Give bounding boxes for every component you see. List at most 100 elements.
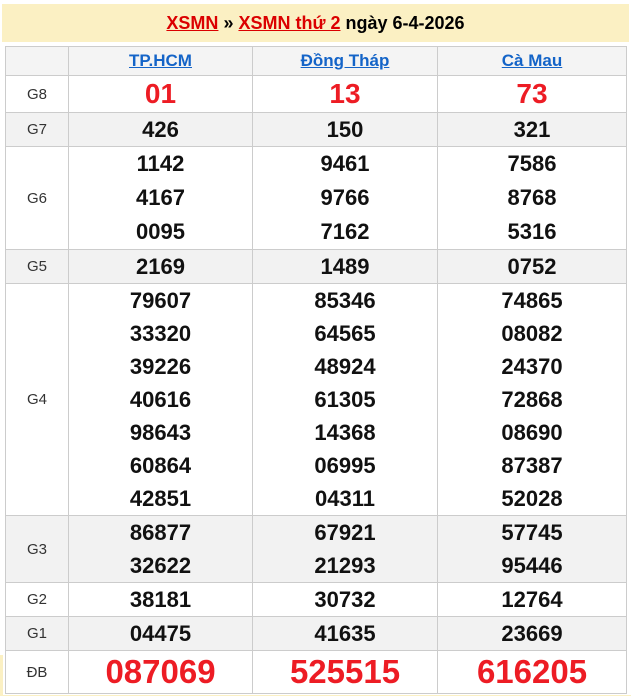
result-value: 06995 [314, 453, 376, 478]
prize-row-5: G4 79607 33320 39226 40616 98643 60864 42851 853… [5, 283, 627, 516]
result-cell: 12764 [437, 582, 627, 617]
prize-row-7: G2 38181 30732 12764 [5, 582, 627, 617]
result-value: 150 [326, 117, 364, 142]
result-cell: 85346 64565 48924 61305 14368 06995 04311 [252, 283, 438, 516]
breadcrumb-link-xsmn[interactable]: XSMN [166, 13, 218, 34]
result-value: 08082 [501, 321, 563, 346]
result-value: 7586 [507, 151, 557, 176]
result-cell: 525515 [252, 650, 438, 694]
result-value: 73 [516, 78, 548, 109]
result-value: 72868 [501, 387, 563, 412]
result-cell: 30732 [252, 582, 438, 617]
column-header-dong-thap: Đồng Tháp [252, 46, 438, 76]
result-cell: 74865 08082 24370 72868 08690 87387 52028 [437, 283, 627, 516]
province-link-ca-mau[interactable]: Cà Mau [502, 51, 562, 70]
result-value: 1489 [320, 254, 370, 279]
column-header-ca-mau: Cà Mau [437, 46, 627, 76]
result-value: 04311 [315, 486, 375, 511]
prize-label: G6 [5, 146, 69, 250]
result-value: 0752 [507, 254, 557, 279]
result-value: 41635 [314, 621, 376, 646]
result-value: 98643 [129, 420, 192, 445]
province-link-dong-thap[interactable]: Đồng Tháp [301, 51, 390, 70]
result-value: 74865 [501, 288, 563, 313]
result-value: 30732 [314, 587, 376, 612]
result-value: 2169 [136, 254, 185, 279]
result-cell: 150 [252, 112, 438, 147]
result-value: 21293 [314, 553, 376, 578]
result-value: 1142 [136, 151, 185, 176]
result-value: 87387 [501, 453, 563, 478]
result-value: 38181 [129, 587, 192, 612]
result-cell: 2169 [68, 249, 253, 284]
left-edge-decoration [0, 655, 3, 696]
breadcrumb-separator: » [223, 12, 234, 33]
result-cell: 321 [437, 112, 627, 147]
column-header-row: TP.HCM Đồng Tháp Cà Mau [5, 46, 627, 76]
prize-label: G4 [5, 283, 69, 516]
result-value: 52028 [501, 486, 563, 511]
prize-row-6: G3 86877 32622 67921 21293 57745 95446 [5, 515, 627, 583]
result-value: 42851 [129, 486, 192, 511]
result-value: 616205 [476, 653, 588, 690]
result-cell: 38181 [68, 582, 253, 617]
result-value: 9461 [320, 151, 370, 176]
result-cell: 23669 [437, 616, 627, 651]
result-cell: 0752 [437, 249, 627, 284]
result-value: 087069 [105, 653, 216, 690]
result-cell: 426 [68, 112, 253, 147]
result-cell: 41635 [252, 616, 438, 651]
results-table: TP.HCM Đồng Tháp Cà Mau G8 01 13 73 G7 426 150… [5, 46, 627, 694]
result-cell: 79607 33320 39226 40616 98643 60864 42851 [68, 283, 253, 516]
prize-label: ĐB [5, 650, 69, 694]
result-cell: 01 [68, 75, 253, 113]
prize-label: G5 [5, 249, 69, 284]
result-value: 85346 [314, 288, 376, 313]
page: XSMN» XSMN thứ 2 ngày 6-4-2026 TP.HCM Đồng… [0, 4, 631, 696]
result-value: 24370 [501, 354, 563, 379]
prize-label: G8 [5, 75, 69, 113]
result-value: 39226 [129, 354, 192, 379]
prize-label: G2 [5, 582, 69, 617]
province-link-tphcm[interactable]: TP.HCM [129, 51, 192, 70]
result-value: 40616 [129, 387, 192, 412]
result-value: 32622 [129, 553, 192, 578]
result-cell: 57745 95446 [437, 515, 627, 583]
result-cell: 616205 [437, 650, 627, 694]
result-value: 60864 [129, 453, 192, 478]
result-value: 08690 [501, 420, 563, 445]
prize-label: G1 [5, 616, 69, 651]
result-cell: 087069 [68, 650, 253, 694]
result-value: 95446 [501, 553, 563, 578]
result-value: 7162 [320, 219, 370, 244]
prize-label: G3 [5, 515, 69, 583]
result-value: 525515 [289, 653, 401, 690]
prize-row-8: G1 04475 41635 23669 [5, 616, 627, 651]
result-cell: 1142 4167 0095 [68, 146, 253, 250]
result-value: 64565 [314, 321, 376, 346]
result-value: 48924 [314, 354, 376, 379]
result-cell: 73 [437, 75, 627, 113]
results-tbody: G8 01 13 73 G7 426 150 321 G6 1142 4167 0095 9461 976… [5, 75, 627, 694]
prize-row-9: ĐB 087069 525515 616205 [5, 650, 627, 694]
result-value: 79607 [129, 288, 192, 313]
result-value: 4167 [136, 185, 185, 210]
result-cell: 7586 8768 5316 [437, 146, 627, 250]
prize-row-3: G6 1142 4167 0095 9461 9766 7162 7586 8768 5316 [5, 146, 627, 250]
result-value: 23669 [501, 621, 563, 646]
result-cell: 13 [252, 75, 438, 113]
result-value: 12764 [501, 587, 563, 612]
breadcrumb-link-xsmn-thu-2[interactable]: XSMN thứ 2 [238, 13, 340, 34]
result-value: 86877 [129, 520, 192, 545]
prize-row-2: G7 426 150 321 [5, 112, 627, 147]
corner-cell [5, 46, 69, 76]
result-value: 33320 [129, 321, 192, 346]
result-value: 321 [513, 117, 551, 142]
result-cell: 04475 [68, 616, 253, 651]
prize-row-4: G5 2169 1489 0752 [5, 249, 627, 284]
prize-row-1: G8 01 13 73 [5, 75, 627, 113]
result-cell: 86877 32622 [68, 515, 253, 583]
title-date: ngày 6-4-2026 [345, 12, 465, 33]
result-cell: 1489 [252, 249, 438, 284]
prize-label: G7 [5, 112, 69, 147]
